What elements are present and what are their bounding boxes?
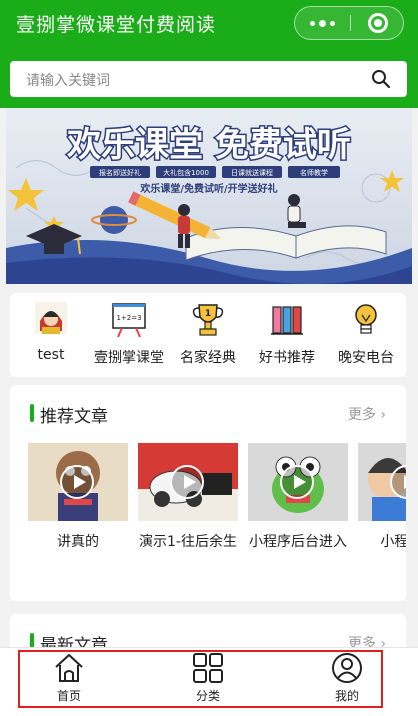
article-card[interactable]: 小程序后台进入 bbox=[248, 443, 348, 554]
article-title: 小程动... bbox=[380, 534, 406, 550]
more-link[interactable]: 更多 › bbox=[348, 404, 386, 424]
tab-category[interactable]: 分类 bbox=[168, 652, 248, 704]
category-grid: test 1+2=3 壹捌掌课堂 1 名家经典 好书推荐 晚安电台 bbox=[10, 293, 406, 377]
article-thumbnail bbox=[248, 443, 348, 521]
svg-text:1: 1 bbox=[205, 309, 211, 319]
category-classics[interactable]: 1 名家经典 bbox=[167, 301, 249, 367]
user-icon bbox=[332, 653, 362, 683]
article-thumbnail bbox=[138, 443, 238, 521]
promo-banner[interactable]: 欢乐课堂 免费试听 报名即送好礼 大礼包含1000 日课就送课程 名师教学 欢乐… bbox=[6, 108, 412, 284]
category-radio[interactable]: 晚安电台 bbox=[325, 301, 407, 367]
category-books[interactable]: 好书推荐 bbox=[246, 301, 328, 367]
article-thumbnail bbox=[358, 443, 406, 521]
tab-label: 分类 bbox=[195, 689, 220, 703]
category-label: 壹捌掌课堂 bbox=[94, 350, 164, 366]
top-header: 壹捌掌微课堂付费阅读 请输入关键词 bbox=[0, 0, 418, 108]
category-label: 名家经典 bbox=[180, 350, 236, 366]
section-accent-bar bbox=[30, 404, 34, 422]
recommended-section: 推荐文章 更多 › 讲真的 演示1-往后余生 小程序后台进入 小程 bbox=[10, 385, 406, 601]
trophy-icon: 1 bbox=[192, 304, 224, 336]
banner-slogan: 欢乐课堂/免费试听/开学送好礼 bbox=[139, 182, 277, 195]
banner-tag: 名师教学 bbox=[300, 168, 328, 177]
article-card[interactable]: 讲真的 bbox=[28, 443, 128, 554]
chevron-right-icon: › bbox=[380, 407, 386, 423]
article-thumbnail bbox=[28, 443, 128, 521]
category-course[interactable]: 1+2=3 壹捌掌课堂 bbox=[88, 301, 170, 367]
more-label: 更多 bbox=[347, 407, 376, 423]
banner-tag: 日课就送课程 bbox=[231, 168, 273, 177]
play-icon[interactable] bbox=[60, 465, 94, 499]
category-label: test bbox=[37, 347, 65, 363]
search-input[interactable]: 请输入关键词 bbox=[26, 70, 110, 90]
search-icon[interactable] bbox=[371, 69, 391, 89]
article-card[interactable]: 小程动... bbox=[358, 443, 406, 554]
capsule-divider bbox=[350, 15, 351, 31]
banner-illustration: 欢乐课堂 免费试听 报名即送好礼 大礼包含1000 日课就送课程 名师教学 欢乐… bbox=[6, 108, 412, 284]
play-icon[interactable] bbox=[280, 465, 314, 499]
section-title: 推荐文章 bbox=[40, 407, 108, 427]
search-bar[interactable]: 请输入关键词 bbox=[10, 61, 407, 97]
tab-home[interactable]: 首页 bbox=[29, 652, 109, 704]
article-title: 演示1-往后余生 bbox=[139, 534, 237, 550]
article-title: 小程序后台进入 bbox=[249, 534, 347, 550]
article-card[interactable]: 演示1-往后余生 bbox=[138, 443, 238, 554]
books-icon bbox=[271, 306, 303, 335]
grid-icon bbox=[193, 653, 223, 683]
recommended-header: 推荐文章 更多 › bbox=[10, 401, 406, 427]
lightbulb-icon bbox=[355, 304, 377, 334]
blackboard-icon: 1+2=3 bbox=[112, 303, 146, 338]
category-test[interactable]: test bbox=[10, 301, 92, 363]
svg-text:1+2=3: 1+2=3 bbox=[116, 314, 141, 322]
tab-label: 首页 bbox=[56, 689, 81, 703]
home-icon bbox=[55, 654, 83, 682]
banner-headline: 欢乐课堂 免费试听 bbox=[66, 125, 351, 165]
tab-label: 我的 bbox=[334, 689, 359, 703]
play-icon[interactable] bbox=[170, 465, 204, 499]
article-title: 讲真的 bbox=[57, 534, 99, 550]
category-label: 晚安电台 bbox=[338, 350, 394, 366]
mini-program-capsule[interactable] bbox=[294, 6, 404, 40]
tab-mine[interactable]: 我的 bbox=[307, 652, 387, 704]
app-title: 壹捌掌微课堂付费阅读 bbox=[16, 14, 217, 36]
category-label: 好书推荐 bbox=[259, 350, 315, 366]
banner-tag: 报名即送好礼 bbox=[99, 168, 141, 177]
banner-tag: 大礼包含1000 bbox=[163, 168, 209, 177]
avatar-image bbox=[35, 302, 67, 334]
article-list: 讲真的 演示1-往后余生 小程序后台进入 小程 bbox=[10, 443, 406, 601]
more-menu-icon[interactable] bbox=[295, 7, 350, 39]
close-program-icon[interactable] bbox=[368, 13, 388, 33]
